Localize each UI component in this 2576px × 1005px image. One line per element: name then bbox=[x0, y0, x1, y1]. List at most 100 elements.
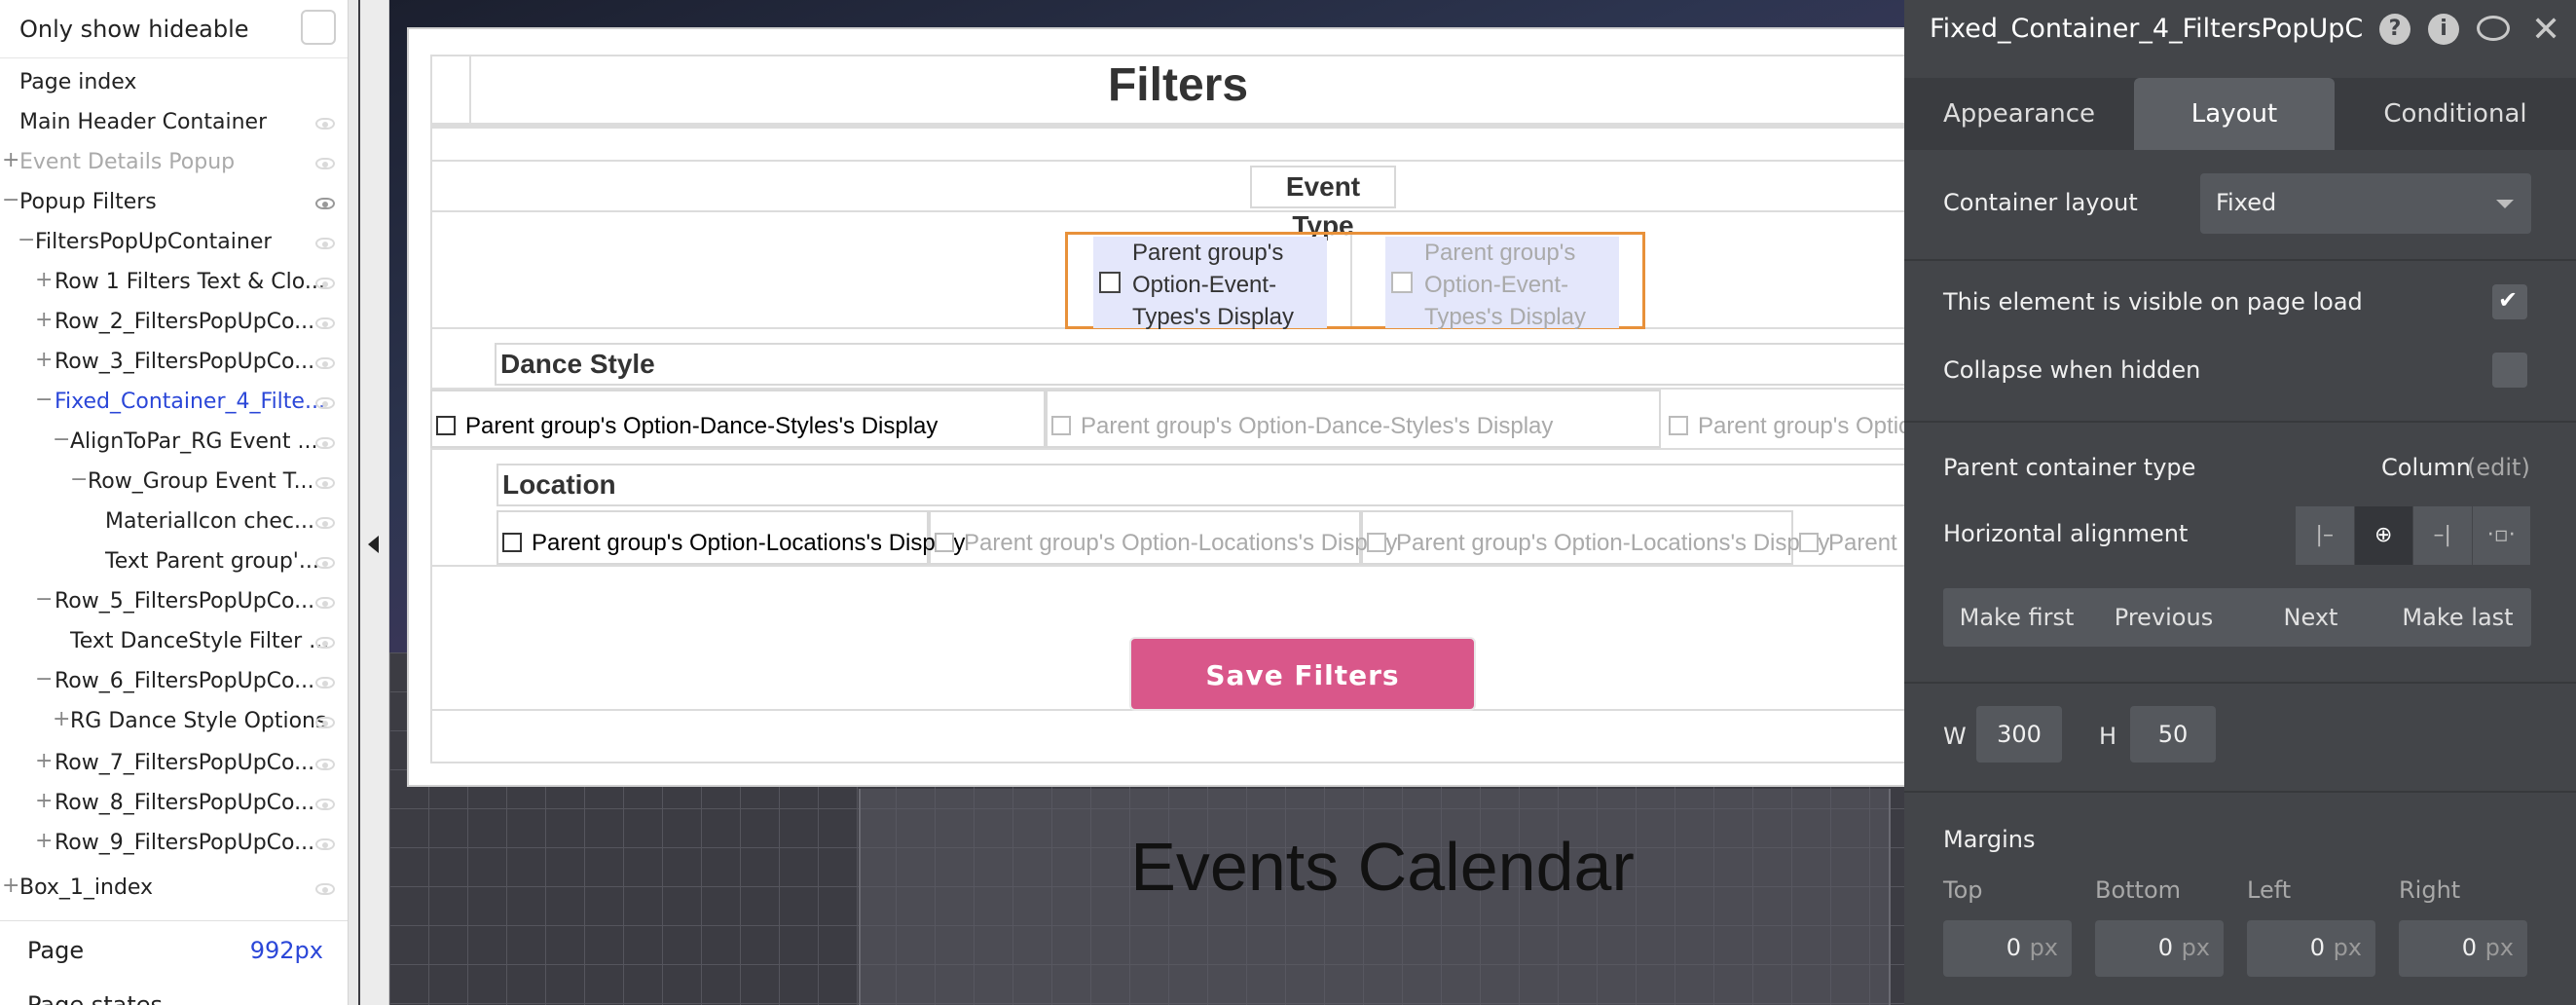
checkbox-icon[interactable] bbox=[935, 533, 954, 552]
help-icon[interactable]: ? bbox=[2379, 14, 2410, 45]
location-option[interactable]: Parent group's Option-Locations's Displa… bbox=[502, 530, 965, 557]
checkbox-icon[interactable] bbox=[1799, 533, 1819, 552]
tree-scrollbar[interactable] bbox=[349, 0, 358, 1005]
align-distribute-icon[interactable]: ·▫· bbox=[2472, 506, 2531, 565]
save-filters-button[interactable]: Save Filters bbox=[1129, 637, 1476, 711]
tree-item-aligntopar-rg-event[interactable]: − AlignToPar_RG Event ... bbox=[0, 424, 348, 461]
tree-item-box-1-index[interactable]: + Box_1_index bbox=[0, 870, 348, 907]
tree-item-fixed-container-4[interactable]: − Fixed_Container_4_Filte... bbox=[0, 384, 348, 421]
info-icon[interactable]: i bbox=[2428, 14, 2459, 45]
checkbox-icon[interactable] bbox=[1051, 416, 1071, 435]
visibility-eye-icon[interactable] bbox=[315, 477, 335, 489]
tree-item-event-details-popup[interactable]: + Event Details Popup bbox=[0, 144, 348, 181]
tree-item-row-7[interactable]: + Row_7_FiltersPopUpCo... bbox=[0, 745, 348, 782]
tree-item-row-2[interactable]: + Row_2_FiltersPopUpCo... bbox=[0, 304, 348, 341]
align-left-icon[interactable]: |– bbox=[2296, 506, 2355, 565]
dance-style-option[interactable]: Parent group's Option-Dance-Styles's Dis… bbox=[436, 413, 938, 440]
visible-on-load-checkbox[interactable] bbox=[2492, 284, 2527, 319]
tree-item-page-index[interactable]: Page index bbox=[0, 64, 348, 101]
visibility-eye-icon[interactable] bbox=[315, 198, 335, 209]
next-button[interactable]: Next bbox=[2237, 588, 2384, 647]
expand-icon[interactable]: + bbox=[35, 308, 53, 332]
visibility-eye-icon[interactable] bbox=[315, 557, 335, 569]
width-input[interactable]: 300 bbox=[1976, 706, 2062, 763]
expand-icon[interactable]: + bbox=[53, 707, 70, 731]
expand-icon[interactable]: + bbox=[35, 829, 53, 853]
page-states-label[interactable]: Page states bbox=[27, 991, 163, 1005]
collapse-icon[interactable]: − bbox=[53, 428, 70, 452]
collapse-icon[interactable]: − bbox=[70, 467, 88, 492]
visibility-eye-icon[interactable] bbox=[315, 437, 335, 449]
tree-item-row-3[interactable]: + Row_3_FiltersPopUpCo... bbox=[0, 344, 348, 381]
expand-icon[interactable]: + bbox=[2, 148, 19, 172]
only-show-hideable-row[interactable]: Only show hideable bbox=[0, 0, 348, 58]
dance-style-option[interactable]: Parent group's Optio bbox=[1669, 413, 1904, 440]
collapse-icon[interactable]: − bbox=[35, 667, 53, 691]
tree-item-row-9[interactable]: + Row_9_FiltersPopUpCo... bbox=[0, 825, 348, 862]
visibility-eye-icon[interactable] bbox=[315, 278, 335, 289]
tree-item-row-group-event[interactable]: − Row_Group Event T... bbox=[0, 464, 348, 501]
page-width-value[interactable]: 992px bbox=[250, 937, 323, 964]
close-icon[interactable]: ✕ bbox=[2531, 10, 2560, 50]
event-type-option[interactable]: Parent group's Option-Event-Types's Disp… bbox=[1093, 237, 1327, 330]
expand-icon[interactable]: + bbox=[35, 789, 53, 813]
visibility-eye-icon[interactable] bbox=[315, 158, 335, 169]
tree-item-materialicon[interactable]: MaterialIcon chec... bbox=[0, 503, 348, 540]
tree-item-row-8[interactable]: + Row_8_FiltersPopUpCo... bbox=[0, 785, 348, 822]
tree-item-main-header[interactable]: Main Header Container bbox=[0, 104, 348, 141]
tree-item-row-6[interactable]: − Row_6_FiltersPopUpCo... bbox=[0, 663, 348, 700]
align-center-icon[interactable]: ⊕ bbox=[2354, 506, 2413, 565]
checkbox-icon[interactable] bbox=[502, 533, 522, 552]
event-type-options-group[interactable]: Parent group's Option-Event-Types's Disp… bbox=[1065, 232, 1645, 330]
expand-icon[interactable]: + bbox=[35, 268, 53, 292]
parent-type-edit-link[interactable]: (edit) bbox=[2467, 454, 2530, 481]
visibility-eye-icon[interactable] bbox=[315, 118, 335, 130]
tree-item-filters-popup-container[interactable]: − FiltersPopUpContainer bbox=[0, 224, 348, 261]
tree-item-rg-dance-style[interactable]: + RG Dance Style Options bbox=[0, 703, 348, 740]
only-show-hideable-checkbox[interactable] bbox=[301, 10, 336, 45]
collapse-icon[interactable]: − bbox=[2, 188, 19, 212]
visibility-eye-icon[interactable] bbox=[315, 517, 335, 529]
tree-item-popup-filters[interactable]: − Popup Filters bbox=[0, 184, 348, 221]
visibility-eye-icon[interactable] bbox=[315, 357, 335, 369]
margin-right-input[interactable]: 0 px bbox=[2399, 920, 2527, 977]
collapse-hidden-checkbox[interactable] bbox=[2492, 353, 2527, 388]
tree-splitter[interactable] bbox=[360, 0, 389, 1005]
comment-icon[interactable] bbox=[2477, 16, 2510, 41]
make-first-button[interactable]: Make first bbox=[1943, 588, 2090, 647]
make-last-button[interactable]: Make last bbox=[2384, 588, 2531, 647]
visibility-eye-icon[interactable] bbox=[315, 597, 335, 609]
visibility-eye-icon[interactable] bbox=[315, 759, 335, 770]
tab-layout[interactable]: Layout bbox=[2134, 78, 2335, 150]
checkbox-icon[interactable] bbox=[436, 416, 456, 435]
filters-popup[interactable]: Filters Event Type Parent group's Option… bbox=[407, 27, 1904, 787]
previous-button[interactable]: Previous bbox=[2090, 588, 2237, 647]
tab-appearance[interactable]: Appearance bbox=[1904, 78, 2134, 150]
checkbox-icon[interactable] bbox=[1367, 533, 1386, 552]
expand-icon[interactable]: + bbox=[35, 749, 53, 773]
location-option[interactable]: Parent group's Option-Locations's Displa… bbox=[1367, 530, 1829, 557]
element-name[interactable]: Fixed_Container_4_FiltersPopUpC bbox=[1930, 14, 2363, 44]
location-option[interactable]: Parent group's Option-Locations's Displa… bbox=[935, 530, 1397, 557]
tree-item-text-dancestyle[interactable]: Text DanceStyle Filter ... bbox=[0, 623, 348, 660]
visibility-eye-icon[interactable] bbox=[315, 637, 335, 649]
tree-item-row-5[interactable]: − Row_5_FiltersPopUpCo... bbox=[0, 583, 348, 620]
tab-conditional[interactable]: Conditional bbox=[2335, 78, 2576, 150]
collapse-icon[interactable]: − bbox=[18, 228, 35, 252]
collapse-icon[interactable]: − bbox=[35, 388, 53, 412]
expand-icon[interactable]: + bbox=[2, 874, 19, 898]
checkbox-icon[interactable] bbox=[1391, 272, 1413, 293]
visibility-eye-icon[interactable] bbox=[315, 717, 335, 728]
checkbox-icon[interactable] bbox=[1669, 416, 1688, 435]
collapse-icon[interactable]: − bbox=[35, 587, 53, 612]
tree-item-row-1[interactable]: + Row 1 Filters Text & Clo... bbox=[0, 264, 348, 301]
align-right-icon[interactable]: –| bbox=[2413, 506, 2473, 565]
visibility-eye-icon[interactable] bbox=[315, 838, 335, 850]
visibility-eye-icon[interactable] bbox=[315, 397, 335, 409]
visibility-eye-icon[interactable] bbox=[315, 238, 335, 249]
margin-left-input[interactable]: 0 px bbox=[2247, 920, 2375, 977]
visibility-eye-icon[interactable] bbox=[315, 799, 335, 810]
visibility-eye-icon[interactable] bbox=[315, 677, 335, 689]
visibility-eye-icon[interactable] bbox=[315, 317, 335, 329]
tree-item-text-parent-group[interactable]: Text Parent group'... bbox=[0, 543, 348, 580]
